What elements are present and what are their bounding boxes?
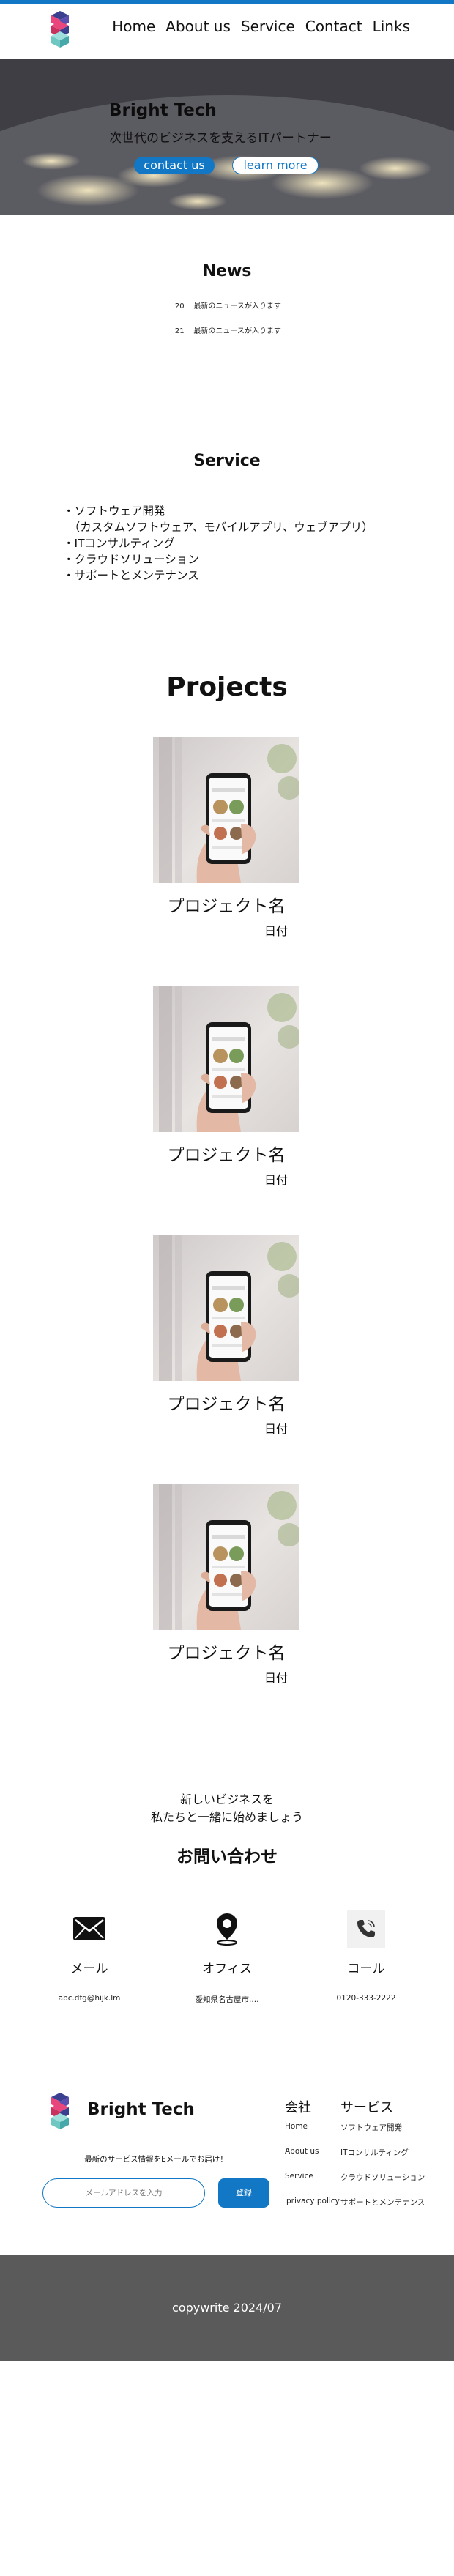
service-item: ・ソフトウェア開発 bbox=[63, 505, 165, 518]
mail-icon bbox=[70, 1910, 108, 1948]
project-name: プロジェクト名 bbox=[167, 1395, 286, 1414]
contact-label: メール bbox=[70, 1962, 108, 1976]
footer-brand-logo-icon[interactable] bbox=[44, 2093, 76, 2134]
news-item[interactable]: '20 最新のニュースが入ります bbox=[0, 299, 454, 324]
project-card[interactable]: プロジェクト名日付 bbox=[153, 986, 299, 1188]
contact-us-label: contact us bbox=[144, 158, 205, 172]
newsletter-text: 最新のサービス情報をEメールでお届け！ bbox=[84, 2155, 228, 2164]
copyright-bar: copywrite 2024/07 bbox=[0, 2255, 454, 2361]
project-date: 日付 bbox=[264, 924, 288, 938]
project-card[interactable]: プロジェクト名日付 bbox=[153, 1235, 299, 1437]
news-year: '21 bbox=[173, 327, 185, 335]
newsletter-email-input[interactable] bbox=[42, 2178, 205, 2208]
hero-subtitle: 次世代のビジネスを支えるITパートナー bbox=[109, 131, 332, 146]
project-name: プロジェクト名 bbox=[167, 897, 286, 916]
news-text: 最新のニュースが入ります bbox=[193, 327, 281, 335]
project-name: プロジェクト名 bbox=[167, 1146, 286, 1165]
project-phone-image bbox=[153, 1235, 299, 1381]
nav-contact[interactable]: Contact bbox=[305, 18, 362, 35]
contact-value: abc.dfg@hijk.lm bbox=[58, 1994, 121, 2003]
copyright-text: copywrite 2024/07 bbox=[172, 2301, 282, 2315]
nav-home[interactable]: Home bbox=[112, 18, 155, 35]
service-title: Service bbox=[193, 452, 261, 470]
contact-title: お問い合わせ bbox=[176, 1847, 278, 1866]
subscribe-label: 登録 bbox=[236, 2188, 252, 2197]
service-item: ・クラウドソリューション bbox=[63, 553, 199, 566]
cta-text: 新しいビジネスを 私たちと一緒に始めましょう bbox=[0, 1791, 454, 1826]
project-phone-image bbox=[153, 1484, 299, 1630]
contact-value: 0120-333-2222 bbox=[336, 1994, 396, 2003]
project-date: 日付 bbox=[264, 1173, 288, 1187]
contact-us-button[interactable]: contact us bbox=[134, 157, 215, 174]
hero-banner: Bright Tech 次世代のビジネスを支えるITパートナー contact … bbox=[0, 59, 454, 215]
footer-company-title: 会社 bbox=[285, 2100, 311, 2115]
project-date: 日付 bbox=[264, 1671, 288, 1685]
service-list: ・ソフトウェア開発 （カスタムソフトウェア、モバイルアプリ、ウェブアプリ） ・I… bbox=[63, 503, 414, 584]
project-phone-image bbox=[153, 737, 299, 883]
footer-link-support[interactable]: サポートとメンテナンス bbox=[340, 2197, 425, 2208]
news-year: '20 bbox=[173, 302, 185, 310]
phone-icon bbox=[347, 1910, 385, 1948]
contact-label: コール bbox=[347, 1962, 385, 1976]
service-item-detail: （カスタムソフトウェア、モバイルアプリ、ウェブアプリ） bbox=[63, 521, 373, 534]
news-text: 最新のニュースが入ります bbox=[193, 302, 281, 310]
footer-link-home[interactable]: Home bbox=[285, 2122, 308, 2131]
project-date: 日付 bbox=[264, 1422, 288, 1436]
footer-brand-name: Bright Tech bbox=[87, 2100, 195, 2119]
site-header: Home About us Service Contact Links bbox=[0, 4, 454, 59]
learn-more-label: learn more bbox=[243, 158, 308, 172]
cta-line-2: 私たちと一緒に始めましょう bbox=[150, 1810, 303, 1824]
service-item: ・サポートとメンテナンス bbox=[63, 569, 199, 582]
nav-about-us[interactable]: About us bbox=[165, 18, 231, 35]
footer-link-service[interactable]: Service bbox=[285, 2172, 313, 2181]
news-item[interactable]: '21 最新のニュースが入ります bbox=[0, 324, 454, 335]
brand-logo-icon[interactable] bbox=[44, 11, 76, 52]
footer-link-it-consulting[interactable]: ITコンサルティング bbox=[340, 2147, 409, 2158]
projects-title: Projects bbox=[166, 672, 288, 702]
news-section: News '20 最新のニュースが入ります '21 最新のニュースが入ります bbox=[0, 215, 454, 347]
location-pin-icon bbox=[208, 1910, 246, 1948]
nav-links[interactable]: Links bbox=[373, 18, 410, 35]
footer-link-software-dev[interactable]: ソフトウェア開発 bbox=[340, 2122, 402, 2133]
footer-link-cloud[interactable]: クラウドソリューション bbox=[340, 2172, 425, 2183]
cta-line-1: 新しいビジネスを bbox=[179, 1793, 274, 1806]
hero-content: Bright Tech 次世代のビジネスを支えるITパートナー bbox=[109, 101, 332, 146]
nav-service[interactable]: Service bbox=[241, 18, 295, 35]
service-item: ・ITコンサルティング bbox=[63, 537, 175, 550]
project-phone-image bbox=[153, 986, 299, 1132]
hero-title: Bright Tech bbox=[109, 101, 217, 120]
contact-value: 愛知県名古屋市.... bbox=[195, 1995, 259, 2004]
main-nav: Home About us Service Contact Links bbox=[112, 18, 410, 35]
footer-link-privacy-policy[interactable]: privacy policy bbox=[286, 2197, 340, 2205]
news-title: News bbox=[202, 262, 252, 280]
contact-label: オフィス bbox=[202, 1962, 252, 1976]
project-name: プロジェクト名 bbox=[167, 1644, 286, 1663]
footer-service-title: サービス bbox=[340, 2100, 393, 2115]
contact-card-call[interactable]: コール 0120-333-2222 bbox=[315, 1910, 417, 2003]
subscribe-button[interactable]: 登録 bbox=[218, 2178, 269, 2208]
contact-card-mail[interactable]: メール abc.dfg@hijk.lm bbox=[38, 1910, 141, 2003]
news-list: '20 最新のニュースが入ります '21 最新のニュースが入ります bbox=[0, 299, 454, 335]
footer-link-about-us[interactable]: About us bbox=[285, 2147, 319, 2156]
project-card[interactable]: プロジェクト名日付 bbox=[153, 737, 299, 939]
project-card[interactable]: プロジェクト名日付 bbox=[153, 1484, 299, 1686]
contact-card-office[interactable]: オフィス 愛知県名古屋市.... bbox=[176, 1910, 278, 2005]
learn-more-button[interactable]: learn more bbox=[232, 157, 319, 174]
